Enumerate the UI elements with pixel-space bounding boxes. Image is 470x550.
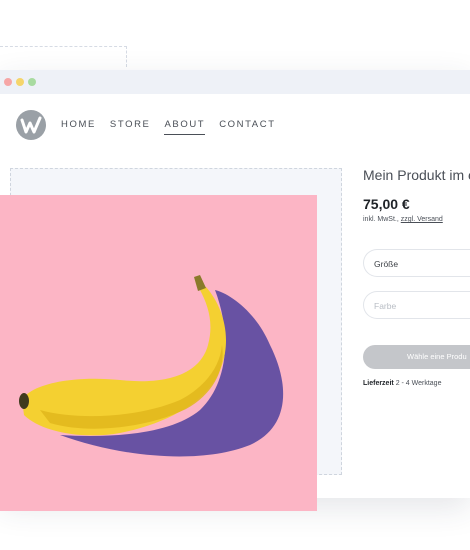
banana-image [0,195,317,511]
delivery-label: Lieferzeit [363,380,394,387]
delivery-time: Lieferzeit 2 - 4 Werktage [363,380,441,387]
window-titlebar [0,70,470,94]
decorative-dashed-frame [0,46,127,67]
product-price: 75,00 € [363,196,410,212]
tax-note: inkl. MwSt., zzgl. Versand [363,216,443,223]
product-title: Mein Produkt im ei [363,167,470,183]
color-select[interactable]: Farbe [363,291,470,319]
nav-about[interactable]: ABOUT [164,119,206,135]
main-nav: HOME STORE ABOUT CONTACT [61,119,290,135]
minimize-window-dot[interactable] [16,78,24,86]
nav-home[interactable]: HOME [61,119,96,135]
delivery-value: 2 - 4 Werktage [395,380,442,387]
shipping-link[interactable]: zzgl. Versand [401,216,443,223]
size-select[interactable]: Größe [363,249,470,277]
tax-note-prefix: inkl. MwSt., [363,216,399,223]
choose-product-button[interactable]: Wähle eine Produ [363,345,470,369]
nav-store[interactable]: STORE [110,119,151,135]
maximize-window-dot[interactable] [28,78,36,86]
close-window-dot[interactable] [4,78,12,86]
nav-contact[interactable]: CONTACT [219,119,275,135]
w-logo-icon[interactable] [16,110,46,140]
